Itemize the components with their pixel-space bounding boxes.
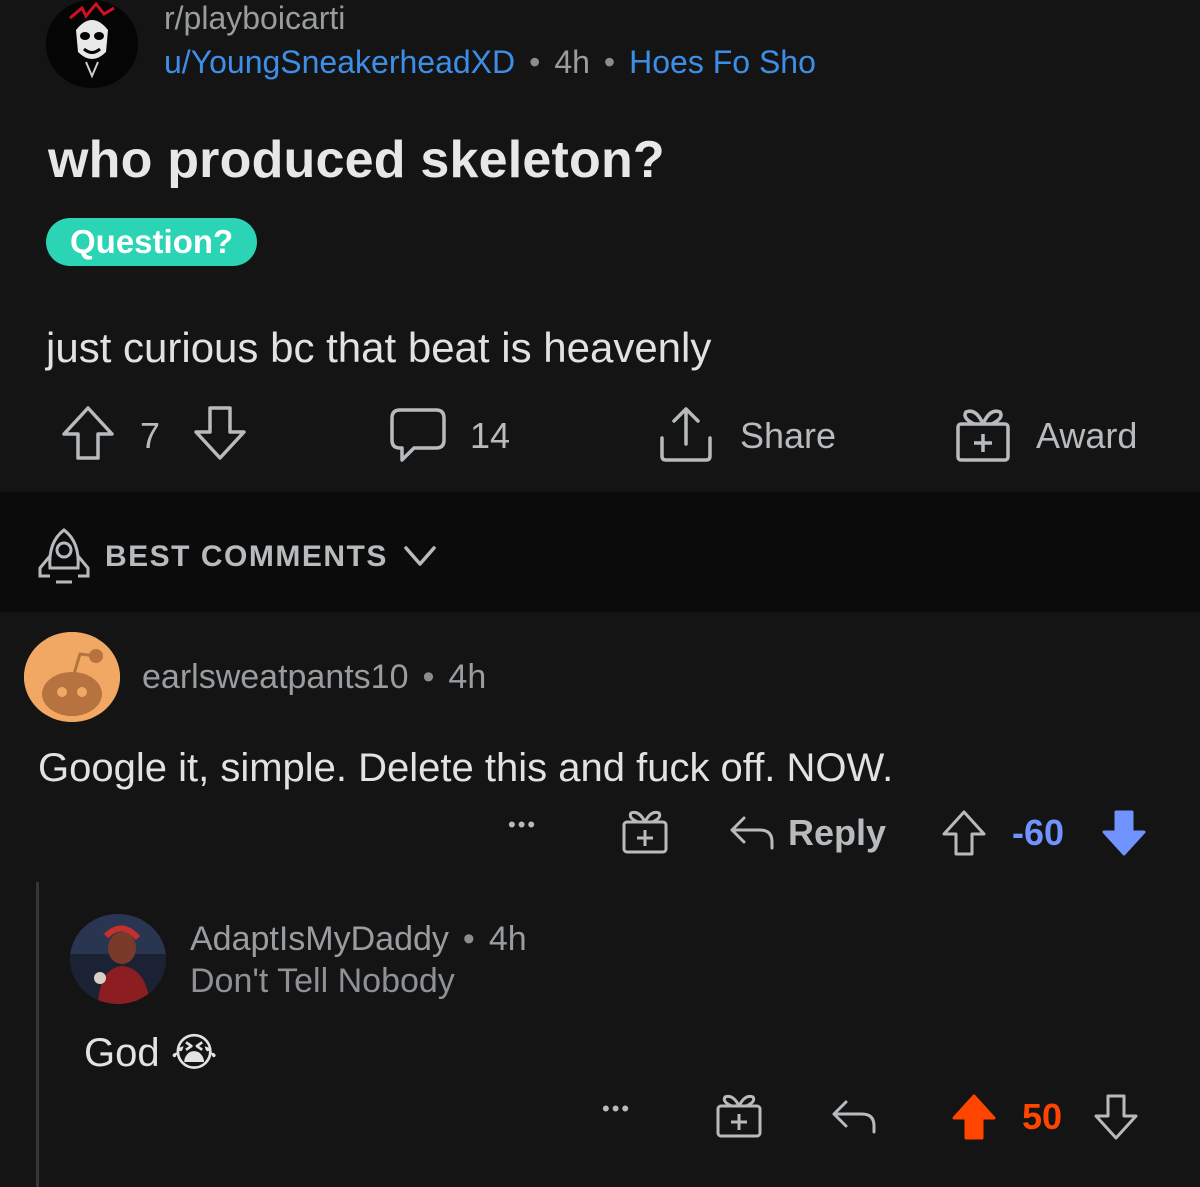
comment-score: -60	[1012, 812, 1065, 853]
meta-separator: •	[603, 44, 616, 80]
award-label[interactable]: Award	[1036, 415, 1137, 457]
sort-rocket-icon-wrap[interactable]	[36, 526, 92, 586]
post-title: who produced skeleton?	[48, 131, 665, 189]
downvote-arrow-icon	[194, 406, 246, 460]
thread-line[interactable]	[36, 882, 39, 1187]
meta-separator: •	[462, 920, 475, 958]
post-flair-badge[interactable]: Question?	[46, 218, 258, 266]
award-button[interactable]	[714, 1092, 764, 1140]
upvote-button[interactable]	[940, 808, 988, 858]
comment-age: 4h	[448, 658, 487, 696]
user-photo-avatar-icon	[70, 914, 166, 1004]
more-options-button[interactable]: •••	[602, 1096, 631, 1122]
upvote-arrow-icon	[62, 406, 114, 460]
sort-dropdown-button[interactable]	[402, 542, 438, 570]
award-button[interactable]	[620, 808, 670, 856]
upvote-button[interactable]	[950, 1092, 998, 1142]
subreddit-avatar[interactable]	[46, 0, 138, 88]
upvote-arrow-icon	[942, 810, 986, 856]
comment-body: God 😭	[84, 1030, 217, 1076]
gift-icon	[716, 1094, 762, 1138]
gift-icon	[956, 409, 1010, 462]
post-body: just curious bc that beat is heavenly	[46, 324, 712, 371]
comment-body: Google it, simple. Delete this and fuck …	[38, 746, 894, 790]
downvote-button[interactable]	[192, 404, 248, 462]
snoo-avatar-icon	[24, 632, 120, 722]
upvote-button[interactable]	[60, 404, 116, 462]
sort-label[interactable]: BEST COMMENTS	[105, 540, 388, 574]
crying-face-emoji: 😭	[170, 1031, 218, 1075]
post-score: 7	[140, 415, 161, 456]
more-options-button[interactable]: •••	[508, 812, 537, 838]
comment-text: God	[84, 1031, 160, 1075]
award-button[interactable]	[954, 404, 1012, 464]
avatar[interactable]	[70, 914, 166, 1004]
comments-button[interactable]	[388, 406, 448, 464]
reply-arrow-icon	[832, 1100, 876, 1134]
comment-score: 50	[1022, 1096, 1063, 1137]
downvote-button[interactable]	[1092, 1092, 1140, 1142]
share-icon	[660, 407, 712, 462]
post-author[interactable]: u/YoungSneakerheadXD	[164, 44, 515, 80]
gift-icon	[622, 810, 668, 854]
author-flair: Hoes Fo Sho	[629, 44, 816, 80]
downvote-arrow-icon	[1094, 1094, 1138, 1140]
comment-author[interactable]: AdaptIsMyDaddy	[190, 920, 449, 958]
chevron-down-icon	[404, 546, 436, 566]
comment-author[interactable]: earlsweatpants10	[142, 658, 409, 696]
downvote-button[interactable]	[1100, 808, 1148, 858]
avatar[interactable]	[24, 632, 120, 722]
comment-age: 4h	[488, 920, 527, 958]
subreddit-name[interactable]: r/playboicarti	[164, 0, 345, 37]
downvote-arrow-filled-icon	[1102, 810, 1146, 856]
reply-button[interactable]	[830, 1096, 878, 1136]
comments-section	[0, 612, 1200, 1187]
share-label[interactable]: Share	[740, 415, 836, 457]
post-card: r/playboicarti u/YoungSneakerheadXD • 4h • H…	[0, 0, 1200, 492]
post-age: 4h	[554, 44, 590, 80]
comment-bubble-icon	[390, 408, 446, 462]
share-button[interactable]	[656, 404, 716, 464]
rocket-icon	[38, 528, 90, 584]
upvote-arrow-filled-icon	[952, 1094, 996, 1140]
comment-meta: earlsweatpants10 • 4h	[142, 658, 486, 697]
user-flair: Don't Tell Nobody	[190, 962, 455, 1000]
meta-separator: •	[529, 44, 541, 80]
post-meta: u/YoungSneakerheadXD • 4h • Hoes Fo Sho	[164, 44, 816, 81]
meta-separator: •	[422, 658, 435, 696]
comment-count: 14	[470, 415, 511, 456]
reply-label[interactable]: Reply	[788, 812, 886, 854]
reply-arrow-icon	[730, 816, 774, 850]
reply-button[interactable]	[728, 812, 776, 852]
comment-meta: AdaptIsMyDaddy • 4h	[190, 920, 527, 959]
